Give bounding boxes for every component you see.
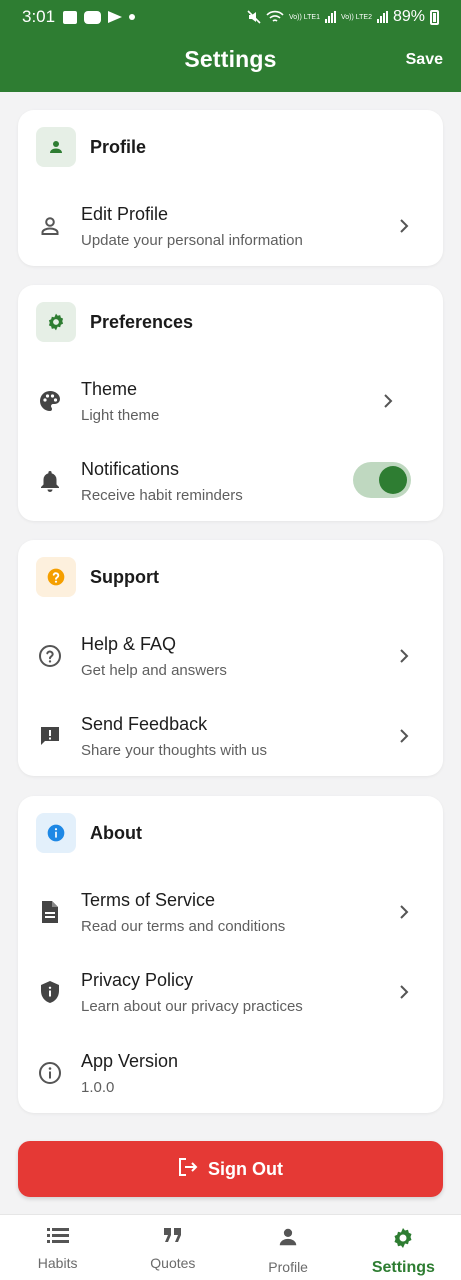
save-button[interactable]: Save [406,51,443,69]
signal-icon [324,11,336,23]
gear-icon [391,1226,415,1255]
item-subtitle: Read our terms and conditions [81,918,286,935]
item-title: App Version [81,1051,179,1071]
sign-out-label: Sign Out [208,1158,283,1179]
send-feedback-item[interactable]: Send Feedback Share your thoughts with u… [18,700,443,772]
nav-item-habits[interactable]: Habits [0,1215,115,1280]
chevron-right-icon [381,391,395,411]
item-title: Edit Profile [81,204,169,224]
item-subtitle: Get help and answers [81,662,227,679]
notifications-toggle[interactable] [353,462,411,498]
chevron-right-icon [397,726,411,746]
profile-card: Profile Edit Profile Update your persona… [18,110,443,266]
toggle-knob [379,466,407,494]
item-title: Theme [81,379,138,399]
sim1-label: Vo)) LTE1 [288,13,320,21]
item-subtitle: Light theme [81,407,160,424]
status-time: 3:01 [22,7,56,26]
section-title: Preferences [90,311,194,332]
shield-icon [36,956,64,1028]
battery-percent: 89% [392,8,425,25]
status-bar: 3:01 Vo)) LTE1 Vo)) LTE2 89% [0,0,461,34]
chevron-right-icon [397,216,411,236]
theme-item[interactable]: Theme Light theme [18,365,443,437]
section-title: About [90,822,142,843]
document-icon [36,876,64,948]
gallery-notification-icon [63,10,78,24]
item-title: Help & FAQ [81,634,177,654]
signal-icon [376,11,388,23]
chevron-right-icon [397,646,411,666]
item-subtitle: Learn about our privacy practices [81,998,303,1015]
more-notifications-icon [129,14,136,20]
chevron-right-icon [397,902,411,922]
nav-label: Habits [37,1255,78,1271]
mute-icon [247,10,261,24]
person-icon [277,1226,299,1253]
feedback-icon [36,700,64,772]
app-header: 3:01 Vo)) LTE1 Vo)) LTE2 89% Settings Sa… [0,0,461,92]
quote-icon [163,1226,183,1249]
nav-label: Settings [371,1259,435,1276]
telegram-notification-icon [108,11,123,23]
item-title: Privacy Policy [81,970,194,990]
item-subtitle: Share your thoughts with us [81,742,267,759]
palette-icon [36,365,64,437]
help-icon [36,557,76,597]
battery-icon [430,9,439,25]
person-outline-icon [36,190,64,262]
youtube-notification-icon [84,10,102,24]
app-version-item: App Version 1.0.0 [18,1037,443,1109]
nav-label: Quotes [150,1255,196,1271]
info-icon [36,813,76,853]
profile-section-header: Profile [36,127,146,167]
nav-item-settings[interactable]: Settings [346,1215,461,1280]
sim2-label: Vo)) LTE2 [340,13,372,21]
sign-out-button[interactable]: Sign Out [18,1141,443,1197]
privacy-item[interactable]: Privacy Policy Learn about our privacy p… [18,956,443,1028]
nav-label: Profile [268,1259,308,1275]
gear-icon [36,302,76,342]
nav-item-quotes[interactable]: Quotes [115,1215,230,1280]
bell-icon [36,445,64,517]
help-faq-item[interactable]: Help & FAQ Get help and answers [18,620,443,692]
about-card: About Terms of Service Read our terms an… [18,796,443,1113]
item-title: Notifications [81,459,180,479]
logout-icon [178,1157,198,1181]
item-title: Send Feedback [81,714,208,734]
item-subtitle: Receive habit reminders [81,487,243,504]
bottom-navigation: Habits Quotes Profile Settings [0,1214,461,1280]
help-outline-icon [36,620,64,692]
terms-item[interactable]: Terms of Service Read our terms and cond… [18,876,443,948]
edit-profile-item[interactable]: Edit Profile Update your personal inform… [18,190,443,262]
chevron-right-icon [397,982,411,1002]
notifications-item: Notifications Receive habit reminders [18,445,443,517]
item-subtitle: Update your personal information [81,232,303,249]
item-title: Terms of Service [81,890,216,910]
about-section-header: About [36,813,142,853]
section-title: Support [90,566,159,587]
support-section-header: Support [36,557,159,597]
preferences-section-header: Preferences [36,302,193,342]
nav-item-profile[interactable]: Profile [231,1215,346,1280]
page-title: Settings [184,46,277,72]
app-version-value: 1.0.0 [81,1079,115,1096]
list-icon [46,1226,69,1249]
support-card: Support Help & FAQ Get help and answers … [18,540,443,776]
person-icon [36,127,76,167]
section-title: Profile [90,136,147,157]
wifi-icon [266,10,284,22]
info-outline-icon [36,1037,64,1109]
preferences-card: Preferences Theme Light theme Notificati… [18,285,443,521]
